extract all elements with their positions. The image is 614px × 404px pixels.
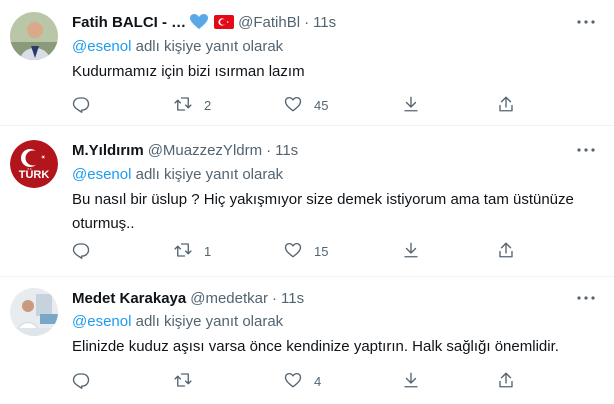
- tweet-2[interactable]: TÜRK M.Yıldırım @MuazzezYldrm · 11s @ese…: [0, 126, 614, 277]
- separator-dot: ·: [272, 289, 277, 307]
- more-options-icon[interactable]: [576, 140, 596, 160]
- retweet-icon: [174, 371, 192, 392]
- like-button[interactable]: 15: [284, 241, 328, 262]
- replying-to: @esenol adlı kişiye yanıt olarak: [72, 313, 283, 330]
- action-bar: 4: [72, 371, 522, 391]
- share-button[interactable]: [497, 371, 515, 392]
- mention-link[interactable]: @esenol: [72, 166, 131, 183]
- reply-icon: [72, 371, 90, 392]
- retweet-icon: [174, 241, 192, 262]
- blue-heart-icon: [190, 14, 209, 30]
- tweet-text: Kudurmamız için bizi ısırman lazım: [72, 63, 305, 80]
- share-button[interactable]: [497, 241, 515, 262]
- reply-label: adlı kişiye yanıt olarak: [131, 166, 284, 183]
- download-button[interactable]: [402, 241, 420, 262]
- more-options-icon[interactable]: [576, 12, 596, 32]
- separator-dot: ·: [266, 141, 272, 159]
- svg-text:TÜRK: TÜRK: [19, 168, 50, 181]
- user-handle[interactable]: @FatihBl: [238, 14, 300, 31]
- reply-icon: [72, 241, 90, 262]
- tweet-1[interactable]: Fatih BALCI - … @FatihBl · 11s @esenol a…: [0, 0, 614, 126]
- retweet-button[interactable]: 1: [174, 241, 211, 262]
- heart-icon: [284, 95, 302, 116]
- retweet-button[interactable]: 2: [174, 95, 211, 116]
- reply-icon: [72, 95, 90, 116]
- retweet-button[interactable]: [174, 371, 204, 392]
- action-bar: 2 45: [72, 95, 522, 115]
- display-name[interactable]: Medet Karakaya: [72, 290, 186, 307]
- user-handle[interactable]: @MuazzezYldrm: [148, 142, 262, 159]
- avatar[interactable]: [10, 12, 58, 60]
- avatar[interactable]: TÜRK: [10, 140, 58, 188]
- display-name[interactable]: Fatih BALCI - …: [72, 14, 186, 31]
- replying-to: @esenol adlı kişiye yanıt olarak: [72, 38, 283, 55]
- separator-dot: ·: [304, 13, 310, 31]
- reply-button[interactable]: [72, 371, 102, 392]
- timestamp[interactable]: 11s: [313, 14, 336, 31]
- action-bar: 1 15: [72, 241, 522, 261]
- retweet-count: 1: [204, 244, 212, 259]
- download-arrow-icon: [402, 241, 420, 262]
- heart-icon: [284, 371, 302, 392]
- download-button[interactable]: [402, 95, 420, 116]
- tweet-text: Elinizde kuduz aşısı varsa önce kendiniz…: [72, 338, 559, 355]
- reply-button[interactable]: [72, 95, 102, 116]
- like-button[interactable]: 4: [284, 371, 321, 392]
- timestamp[interactable]: 11s: [281, 290, 304, 307]
- user-handle[interactable]: @medetkar: [190, 290, 268, 307]
- timestamp[interactable]: 11s: [275, 142, 298, 159]
- mention-link[interactable]: @esenol: [72, 38, 131, 55]
- retweet-icon: [174, 95, 192, 116]
- mention-link[interactable]: @esenol: [72, 313, 131, 330]
- turkey-flag-icon: [214, 15, 235, 29]
- share-button[interactable]: [497, 95, 515, 116]
- reply-label: adlı kişiye yanıt olarak: [131, 313, 284, 330]
- like-count: 4: [314, 374, 322, 389]
- share-icon: [497, 371, 515, 392]
- share-icon: [497, 95, 515, 116]
- retweet-count: 2: [204, 98, 212, 113]
- reply-label: adlı kişiye yanıt olarak: [131, 38, 284, 55]
- reply-button[interactable]: [72, 241, 102, 262]
- tweet-3[interactable]: Medet Karakaya @medetkar · 11s @esenol a…: [0, 277, 614, 404]
- share-icon: [497, 241, 515, 262]
- download-button[interactable]: [402, 371, 420, 392]
- tweet-text: Bu nasıl bir üslup ? Hiç yakışmıyor size…: [72, 191, 574, 232]
- replying-to: @esenol adlı kişiye yanıt olarak: [72, 166, 283, 183]
- download-arrow-icon: [402, 95, 420, 116]
- like-count: 15: [314, 244, 329, 259]
- download-arrow-icon: [402, 371, 420, 392]
- like-count: 45: [314, 98, 329, 113]
- avatar[interactable]: [10, 288, 58, 336]
- heart-icon: [284, 241, 302, 262]
- display-name[interactable]: M.Yıldırım: [72, 142, 144, 159]
- more-options-icon[interactable]: [576, 288, 596, 308]
- like-button[interactable]: 45: [284, 95, 328, 116]
